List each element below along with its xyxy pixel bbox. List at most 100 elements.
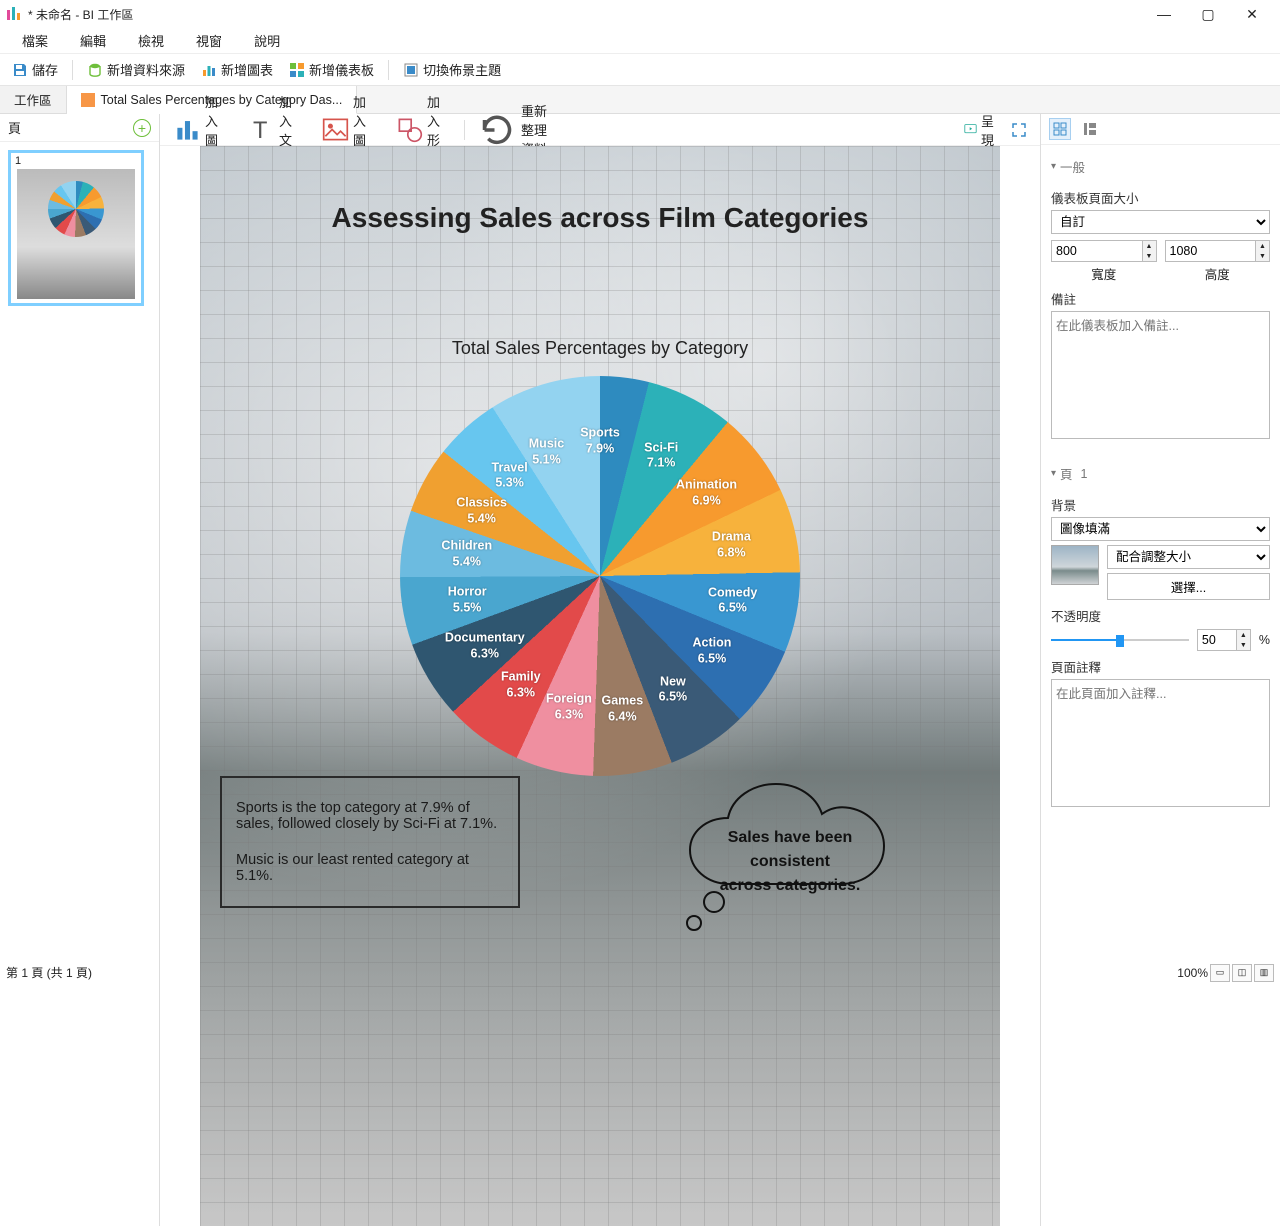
workspace-tab-label: 工作區 [14, 90, 52, 109]
dashboard-canvas[interactable]: Assessing Sales across Film Categories T… [200, 146, 1000, 1226]
page-thumb-number: 1 [15, 155, 21, 167]
menu-help[interactable]: 說明 [238, 27, 296, 54]
insight-textbox[interactable]: Sports is the top category at 7.9% of sa… [220, 776, 520, 908]
pie-slice-label: New6.5% [659, 674, 688, 705]
height-stepper[interactable]: ▲▼ [1256, 240, 1270, 262]
annotation-textarea[interactable] [1051, 679, 1270, 807]
cloud-line-2: consistent [688, 850, 892, 874]
menubar: 檔案 編輯 檢視 視窗 說明 [0, 28, 1280, 54]
maximize-button[interactable]: ▢ [1186, 0, 1230, 28]
bg-fill-select[interactable]: 圖像填滿 [1051, 517, 1270, 541]
bg-choose-button[interactable]: 選擇... [1107, 573, 1270, 600]
chevron-down-icon: ▾ [1051, 468, 1056, 479]
pie-slice-label: Games6.4% [601, 694, 643, 725]
window-title: * 未命名 - BI 工作區 [28, 6, 1142, 23]
bar-chart-icon [174, 116, 201, 143]
bg-thumb[interactable] [1051, 545, 1099, 585]
section-page-label: 頁 [1060, 464, 1073, 483]
menu-view[interactable]: 檢視 [122, 27, 180, 54]
new-dashboard-label: 新增儀表板 [309, 60, 374, 79]
present-button[interactable]: 呈現 [958, 108, 1000, 152]
close-button[interactable]: ✕ [1230, 0, 1274, 28]
view-mode-1[interactable]: ▭ [1210, 964, 1230, 982]
properties-pane: ▾ 一般 儀表板頁面大小 自訂 ▲▼ 寬度 ▲▼ [1040, 114, 1280, 1226]
width-stepper[interactable]: ▲▼ [1143, 240, 1157, 262]
page-counter: 第 1 頁 (共 1 頁) [6, 964, 92, 981]
pie-slice-label: Children5.4% [441, 538, 492, 569]
zoom-level: 100% [1177, 966, 1208, 980]
pie-slice-label: Documentary6.3% [445, 631, 525, 662]
fullscreen-icon [1011, 122, 1027, 138]
height-input[interactable] [1165, 240, 1257, 262]
new-chart-button[interactable]: 新增圖表 [195, 57, 279, 82]
main-toolbar: 儲存 新增資料來源 新增圖表 新增儀表板 切換佈景主題 [0, 54, 1280, 86]
new-dashboard-button[interactable]: 新增儀表板 [283, 57, 380, 82]
dashboard-icon [289, 62, 305, 78]
new-datasource-label: 新增資料來源 [107, 60, 185, 79]
page-size-label: 儀表板頁面大小 [1051, 188, 1270, 207]
chevron-down-icon: ▾ [1051, 161, 1056, 172]
cloud-line-3: across categories. [688, 874, 892, 898]
notes-label: 備註 [1051, 289, 1270, 308]
fullscreen-button[interactable] [1006, 117, 1032, 143]
chart-subtitle[interactable]: Total Sales Percentages by Category [200, 338, 1000, 359]
pie-slice-label: Animation6.9% [676, 477, 737, 508]
app-logo-icon [6, 6, 22, 22]
menu-window[interactable]: 視窗 [180, 27, 238, 54]
width-input[interactable] [1051, 240, 1143, 262]
pie-chart[interactable]: Sports7.9%Sci-Fi7.1%Animation6.9%Drama6.… [400, 376, 800, 776]
props-tab-general[interactable] [1049, 118, 1071, 140]
width-label: 寬度 [1051, 264, 1157, 283]
pie-slice-label: Family6.3% [501, 670, 541, 701]
grid-icon [1053, 122, 1067, 136]
pages-pane: 頁 + 1 [0, 114, 160, 1226]
add-page-button[interactable]: + [133, 119, 151, 137]
refresh-icon [477, 110, 517, 150]
page-size-select[interactable]: 自訂 [1051, 210, 1270, 234]
theme-icon [403, 62, 419, 78]
props-tab-layout[interactable] [1079, 118, 1101, 140]
bg-label: 背景 [1051, 495, 1270, 514]
pie-slice-label: Sci-Fi7.1% [644, 440, 678, 471]
view-mode-2[interactable]: ◫ [1232, 964, 1252, 982]
new-chart-label: 新增圖表 [221, 60, 273, 79]
switch-theme-button[interactable]: 切換佈景主題 [397, 57, 507, 82]
pie-slice-label: Travel5.3% [492, 460, 528, 491]
pie-slice-label: Action6.5% [693, 636, 732, 667]
notes-textarea[interactable] [1051, 311, 1270, 439]
section-general[interactable]: ▾ 一般 [1051, 151, 1270, 182]
main-title[interactable]: Assessing Sales across Film Categories [200, 202, 1000, 234]
minimize-button[interactable]: — [1142, 0, 1186, 28]
text-icon: T [248, 116, 275, 143]
section-page[interactable]: ▾ 頁 1 [1051, 458, 1270, 489]
canvas-scroll[interactable]: Assessing Sales across Film Categories T… [160, 146, 1040, 1226]
insight-p2: Music is our least rented category at 5.… [236, 852, 504, 884]
cloud-line-1: Sales have been [688, 826, 892, 850]
image-icon [322, 116, 349, 143]
save-icon [12, 62, 28, 78]
page-thumbnail[interactable]: 1 [8, 150, 144, 306]
present-label: 呈現 [981, 111, 994, 149]
play-icon [964, 123, 977, 136]
pie-slice-label: Music5.1% [529, 436, 564, 467]
opacity-slider[interactable] [1051, 632, 1189, 648]
toolbar-separator [72, 60, 73, 80]
canvas-toolbar: 加入圖表 T 加入文字 加入圖像 加入形狀 重新整理資料 呈現 [160, 114, 1040, 146]
view-mode-3[interactable]: ▥ [1254, 964, 1274, 982]
save-button[interactable]: 儲存 [6, 57, 64, 82]
opacity-input[interactable] [1197, 629, 1237, 651]
dashboard-tab-icon [81, 93, 95, 107]
new-datasource-button[interactable]: 新增資料來源 [81, 57, 191, 82]
height-label: 高度 [1165, 264, 1271, 283]
pie-slice-label: Horror5.5% [448, 584, 487, 615]
menu-edit[interactable]: 編輯 [64, 27, 122, 54]
workspace-tab[interactable]: 工作區 [0, 86, 67, 113]
section-general-label: 一般 [1060, 157, 1085, 176]
pie-slice-label: Sports7.9% [580, 425, 620, 456]
cloud-callout[interactable]: Sales have been consistent across catego… [670, 764, 910, 940]
bg-fit-select[interactable]: 配合調整大小 [1107, 545, 1270, 569]
opacity-stepper[interactable]: ▲▼ [1237, 629, 1251, 651]
pie-slice-label: Classics5.4% [456, 495, 507, 526]
switch-theme-label: 切換佈景主題 [423, 60, 501, 79]
menu-file[interactable]: 檔案 [6, 27, 64, 54]
